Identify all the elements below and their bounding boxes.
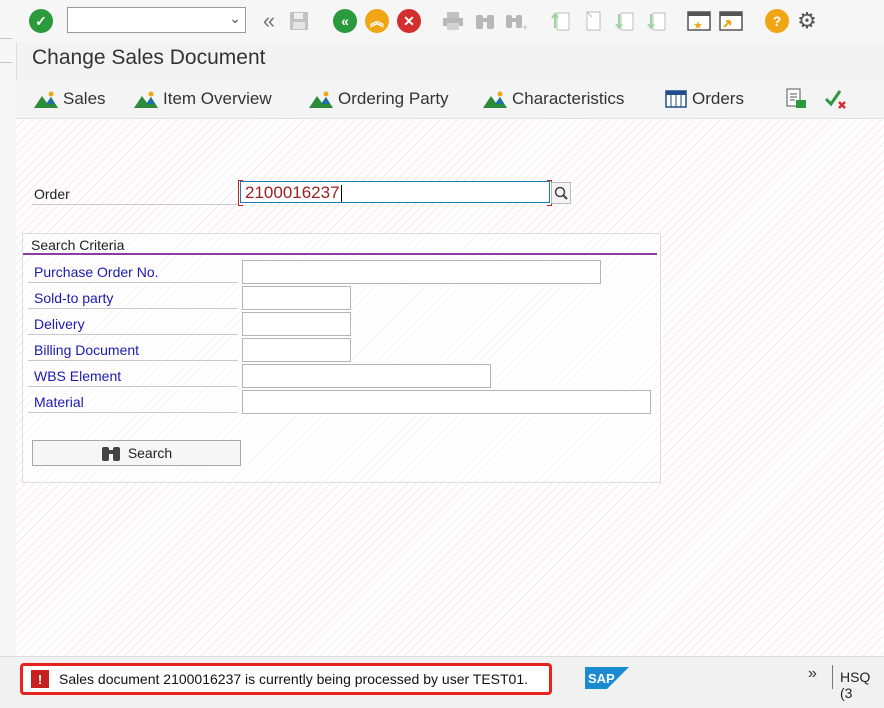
sap-logo: SAP [585,667,629,689]
ordering-party-button[interactable]: Ordering Party [309,88,449,110]
main-content: Order 2100016237 Search Criteria Purchas… [16,119,884,656]
save-icon[interactable] [286,8,312,34]
status-message-text: Sales document 2100016237 is currently b… [59,671,529,687]
document-flow-icon[interactable] [784,88,813,110]
help-icon[interactable]: ? [764,8,790,34]
table-icon [665,90,687,108]
find-icon[interactable] [472,8,498,34]
binoculars-icon [101,447,120,461]
previous-page-icon[interactable] [580,8,606,34]
sold-to-input[interactable] [242,286,351,310]
material-label: Material [34,394,84,410]
cancel-icon[interactable]: ✕ [396,8,422,34]
search-criteria-title: Search Criteria [31,237,125,253]
sales-button[interactable]: Sales [34,88,106,110]
mountain-icon [483,91,507,108]
search-icon [554,186,568,200]
print-icon[interactable] [440,8,466,34]
order-input[interactable]: 2100016237 [238,180,552,206]
item-overview-button[interactable]: Item Overview [134,88,272,110]
find-next-icon[interactable]: + [504,8,530,34]
expand-status-icon[interactable]: » [808,665,817,683]
billing-document-label: Billing Document [34,342,140,358]
wbs-element-label: WBS Element [34,368,122,384]
next-page-icon[interactable] [612,8,638,34]
search-criteria-group: Search Criteria Purchase Order No. Sold-… [22,233,661,483]
status-bar: ! Sales document 2100016237 is currently… [0,656,884,708]
settings-icon[interactable]: ⚙ [794,8,820,34]
last-page-icon[interactable] [644,8,670,34]
back-double-icon[interactable]: « [256,8,282,34]
svg-text:SAP: SAP [588,671,615,686]
mountain-icon [309,91,333,108]
purchase-order-label: Purchase Order No. [34,264,159,280]
billing-document-input[interactable] [242,338,351,362]
first-page-icon[interactable] [548,8,574,34]
page-title: Change Sales Document [32,46,266,69]
delivery-label: Delivery [34,316,85,332]
exit-icon[interactable]: ︽ [364,8,390,34]
sold-to-label: Sold-to party [34,290,114,306]
mountain-icon [134,91,158,108]
system-info[interactable]: HSQ (3 [840,669,884,701]
wbs-element-input[interactable] [242,364,491,388]
svg-text:★: ★ [693,20,703,32]
command-field[interactable]: ⌄ [67,7,246,33]
check-icon[interactable] [824,88,853,110]
orders-button[interactable]: Orders [665,88,744,110]
order-label: Order [34,186,70,202]
svg-text:+: + [522,23,528,31]
error-icon: ! [31,670,49,688]
purchase-order-input[interactable] [242,260,601,284]
value-help-button[interactable] [551,182,571,204]
back-icon[interactable]: « [332,8,358,34]
enter-icon[interactable]: ✓ [28,8,54,34]
search-button[interactable]: Search [32,440,241,466]
status-message[interactable]: ! Sales document 2100016237 is currently… [20,663,552,695]
delivery-input[interactable] [242,312,351,336]
shortcut-icon[interactable] [718,8,744,34]
create-session-icon[interactable]: ★ [686,8,712,34]
chevron-down-icon[interactable]: ⌄ [229,10,241,27]
characteristics-button[interactable]: Characteristics [483,88,624,110]
material-input[interactable] [242,390,651,414]
mountain-icon [34,91,58,108]
system-toolbar: ✓ ⌄ « « ︽ ✕ + ★ ? ⚙ [16,0,884,42]
left-strip [0,0,17,707]
application-toolbar: Sales Item Overview Ordering Party Chara… [16,80,884,119]
